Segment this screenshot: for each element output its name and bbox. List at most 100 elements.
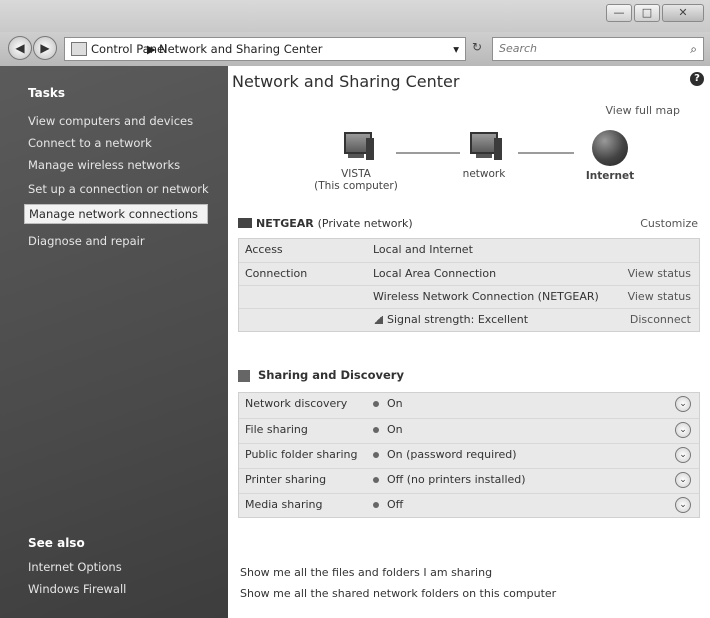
refresh-icon[interactable]: ↻ [472,40,482,54]
sidebar-item-manage-wireless[interactable]: Manage wireless networks [28,158,180,172]
details-row: Wireless Network Connection (NETGEAR) Vi… [239,285,699,308]
disconnect-link[interactable]: Disconnect [630,313,691,326]
address-dropdown-icon[interactable]: ▾ [453,38,459,60]
signal-strength-value: Signal strength: Excellent [373,313,528,326]
details-label: Access [245,243,283,256]
view-full-map-link[interactable]: View full map [606,104,681,117]
sharing-value-text: On [387,397,403,410]
computer-subtitle: (This computer) [314,180,398,192]
computer-icon [336,130,376,168]
network-name: NETGEAR (Private network) [256,217,413,230]
view-status-link[interactable]: View status [628,267,691,280]
signal-strength-text: Signal strength: Excellent [387,313,529,326]
chevron-down-icon[interactable]: ⌄ [675,472,691,488]
minimize-button[interactable]: — [606,4,632,22]
sharing-row: Public folder sharing On (password requi… [239,443,699,466]
sharing-panel: Network discovery On ⌄ File sharing On ⌄… [238,392,700,518]
see-also-heading: See also [28,536,85,550]
forward-button[interactable]: ▶ [33,36,57,60]
details-row: Access Local and Internet [239,239,699,261]
control-panel-icon [71,42,87,56]
search-icon[interactable]: ⌕ [690,38,697,60]
chevron-down-icon[interactable]: ⌄ [675,422,691,438]
internet-node[interactable]: Internet [560,130,660,182]
sharing-value: On [373,397,403,410]
details-label: Connection [245,267,308,280]
sharing-row: Printer sharing Off (no printers install… [239,468,699,491]
sharing-label: Media sharing [245,498,323,511]
wireless-connection-value: Wireless Network Connection (NETGEAR) [373,290,599,303]
details-value: Local and Internet [373,243,473,256]
tasks-heading: Tasks [28,86,66,100]
network-name-text: NETGEAR [256,217,314,230]
main-content: ? Network and Sharing Center View full m… [228,66,710,618]
sidebar-item-setup-connection[interactable]: Set up a connection or network [28,182,209,196]
back-button[interactable]: ◀ [8,36,32,60]
sidebar-item-view-computers[interactable]: View computers and devices [28,114,193,128]
network-type: (Private network) [317,217,413,230]
search-input[interactable]: Search ⌕ [492,37,704,61]
network-node[interactable]: network [434,130,534,180]
internet-label: Internet [585,170,635,182]
sidebar-item-diagnose-and-repair[interactable]: Diagnose and repair [28,234,145,248]
navigation-bar: ◀ ▶ Control Panel ▶ Network and Sharing … [0,32,710,66]
sharing-value: On [373,423,403,436]
status-dot-icon [373,452,379,458]
show-shared-files-link[interactable]: Show me all the files and folders I am s… [240,566,556,579]
sidebar-item-connect-to-network[interactable]: Connect to a network [28,136,152,150]
globe-icon [592,130,628,166]
details-row: Signal strength: Excellent Disconnect [239,308,699,331]
details-row: Connection Local Area Connection View st… [239,262,699,285]
sidebar-item-manage-network-connections[interactable]: Manage network connections [24,204,208,224]
sharing-value-text: Off (no printers installed) [387,473,526,486]
computer-node[interactable]: VISTA (This computer) [306,130,406,192]
network-details-panel: Access Local and Internet Connection Loc… [238,238,700,332]
tasks-sidebar: Tasks View computers and devices Connect… [0,66,228,618]
sharing-label: Public folder sharing [245,448,358,461]
sidebar-item-windows-firewall[interactable]: Windows Firewall [28,582,126,596]
window: — □ ✕ ◀ ▶ Control Panel ▶ Network and Sh… [0,0,710,618]
network-connection-icon [238,218,252,228]
search-placeholder: Search [499,42,538,55]
local-area-connection-value: Local Area Connection [373,267,497,280]
address-bar[interactable]: Control Panel ▶ Network and Sharing Cent… [64,37,466,61]
title-bar: — □ ✕ [0,0,710,32]
sidebar-item-internet-options[interactable]: Internet Options [28,560,122,574]
sharing-row: File sharing On ⌄ [239,418,699,441]
sharing-links: Show me all the files and folders I am s… [240,566,556,608]
sharing-value: Off [373,498,403,511]
sharing-label: File sharing [245,423,308,436]
sharing-icon [238,369,250,382]
chevron-down-icon[interactable]: ⌄ [675,447,691,463]
status-dot-icon [373,502,379,508]
sharing-row: Media sharing Off ⌄ [239,493,699,516]
sharing-value-text: On [387,423,403,436]
network-label: network [462,168,506,180]
sharing-value-text: Off [387,498,404,511]
chevron-down-icon[interactable]: ⌄ [675,497,691,513]
status-dot-icon [373,477,379,483]
help-icon[interactable]: ? [690,72,704,86]
sharing-value: On (password required) [373,448,517,461]
computer-name: VISTA [341,168,371,180]
show-shared-folders-link[interactable]: Show me all the shared network folders o… [240,587,556,600]
window-controls: — □ ✕ [606,4,704,22]
chevron-down-icon[interactable]: ⌄ [675,396,691,412]
page-title: Network and Sharing Center [232,72,460,91]
sharing-row: Network discovery On ⌄ [239,393,699,415]
maximize-button[interactable]: □ [634,4,660,22]
signal-strength-icon [373,316,383,324]
sharing-label: Printer sharing [245,473,327,486]
network-icon [464,130,504,168]
sharing-title: Sharing and Discovery [258,368,404,382]
breadcrumb-separator-icon[interactable]: ▶ [147,38,156,60]
network-header: NETGEAR (Private network) Customize [238,216,698,234]
close-button[interactable]: ✕ [662,4,704,22]
customize-link[interactable]: Customize [640,217,698,230]
view-status-link[interactable]: View status [628,290,691,303]
sharing-and-discovery-heading: Sharing and Discovery [238,368,404,382]
sharing-value: Off (no printers installed) [373,473,526,486]
status-dot-icon [373,401,379,407]
breadcrumb-network-and-sharing-center[interactable]: Network and Sharing Center [159,38,322,60]
status-dot-icon [373,427,379,433]
